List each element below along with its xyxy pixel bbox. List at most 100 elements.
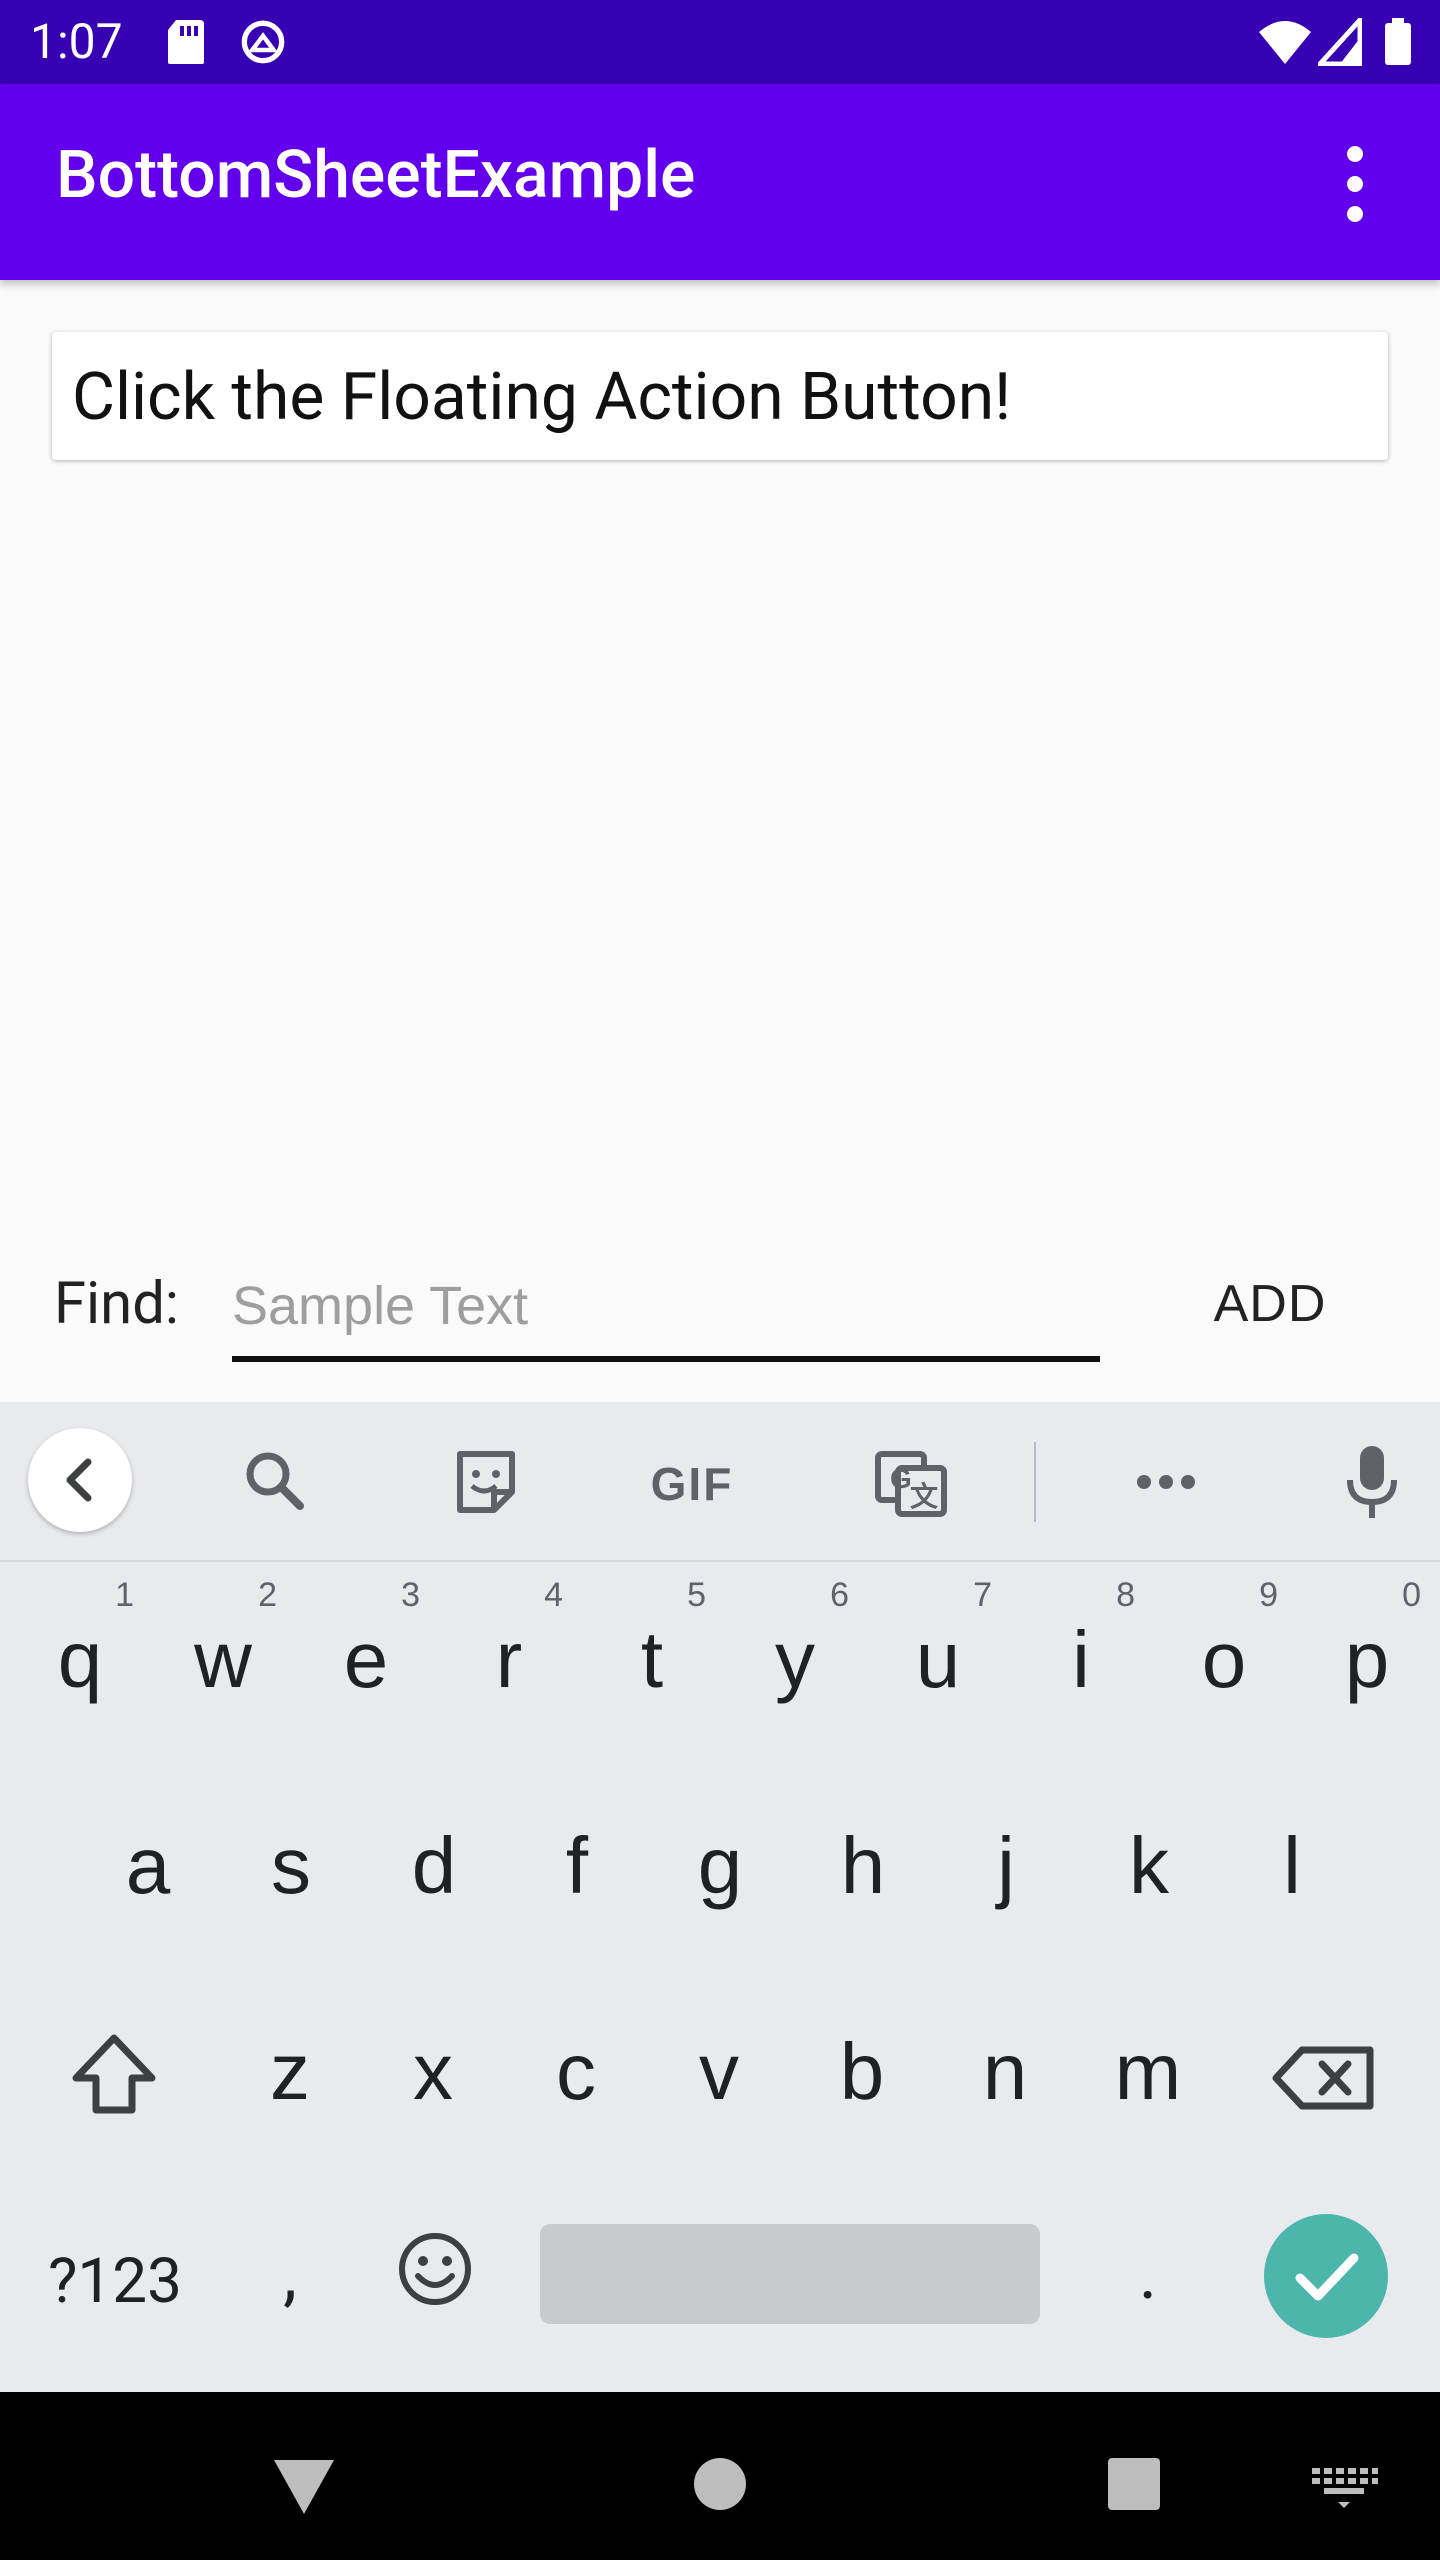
key-label: s [271,1821,311,1910]
back-triangle-icon[interactable] [264,2442,344,2522]
key-j[interactable]: j [934,1780,1078,1960]
find-input[interactable] [232,1256,1100,1362]
key-hint-number: 9 [1259,1576,1278,1614]
key-t[interactable]: t5 [580,1574,724,1754]
key-label: q [57,1615,103,1704]
status-time: 1:07 [30,13,123,70]
key-i[interactable]: i8 [1009,1574,1153,1754]
app-bar: BottomSheetExample [0,84,1440,280]
key-v[interactable]: v [647,1986,791,2166]
key-label: e [343,1615,389,1704]
data-saver-icon [241,20,285,64]
key-o[interactable]: o9 [1152,1574,1296,1754]
key-label: m [1114,2027,1182,2116]
keyboard-toolbar: GIF G 文 [0,1402,1440,1562]
app-title: BottomSheetExample [56,137,696,214]
key-s[interactable]: s [219,1780,363,1960]
key-q[interactable]: q1 [8,1574,152,1754]
key-y[interactable]: y6 [723,1574,867,1754]
home-circle-icon[interactable] [680,2442,760,2522]
key-m[interactable]: m [1076,1986,1220,2166]
key-label: x [413,2027,453,2116]
key-label: f [565,1821,589,1910]
key-label: l [1283,1821,1301,1910]
signal-icon [1318,18,1362,66]
key-u[interactable]: u7 [866,1574,1010,1754]
sticker-icon[interactable] [444,1440,528,1524]
key-label: h [840,1821,886,1910]
key-hint-number: 6 [830,1576,849,1614]
symbols-key[interactable]: ?123 [30,2232,200,2332]
back-icon [66,1458,92,1502]
message-text: Click the Floating Action Button! [72,359,1012,436]
svg-text:文: 文 [910,1480,938,1512]
key-hint-number: 7 [973,1576,992,1614]
sd-card-icon [168,20,204,64]
backspace-icon[interactable] [1266,2018,1386,2138]
key-label: w [194,1615,252,1704]
keyboard-switch-icon[interactable] [1304,2442,1384,2522]
key-label: r [495,1615,523,1704]
key-w[interactable]: w2 [151,1574,295,1754]
key-e[interactable]: e3 [294,1574,438,1754]
comma-key[interactable]: , [250,2220,330,2330]
toolbar-divider [1034,1442,1036,1522]
key-hint-number: 5 [687,1576,706,1614]
key-label: i [1072,1615,1090,1704]
key-f[interactable]: f [505,1780,649,1960]
key-d[interactable]: d [362,1780,506,1960]
key-h[interactable]: h [791,1780,935,1960]
key-label: d [411,1821,457,1910]
gif-icon[interactable]: GIF [646,1454,738,1514]
space-bar[interactable] [540,2224,1040,2324]
key-hint-number: 4 [544,1576,563,1614]
key-label: z [270,2027,310,2116]
key-p[interactable]: p0 [1295,1574,1439,1754]
navigation-bar [0,2392,1440,2560]
key-b[interactable]: b [790,1986,934,2166]
battery-icon [1385,18,1411,65]
key-g[interactable]: g [648,1780,792,1960]
period-key[interactable]: . [1108,2220,1188,2330]
key-label: g [697,1821,743,1910]
check-icon [1295,2253,1359,2301]
recents-square-icon[interactable] [1094,2442,1174,2522]
key-x[interactable]: x [361,1986,505,2166]
key-label: p [1344,1615,1390,1704]
emoji-icon[interactable] [390,2224,480,2314]
svg-text:G: G [890,1463,912,1494]
key-label: a [125,1821,171,1910]
key-hint-number: 8 [1116,1576,1135,1614]
key-label: y [775,1615,815,1704]
key-hint-number: 1 [115,1576,134,1614]
more-horiz-icon[interactable] [1124,1440,1208,1524]
toolbar-back-button[interactable] [28,1428,132,1532]
key-label: k [1129,1821,1169,1910]
key-a[interactable]: a [76,1780,220,1960]
key-r[interactable]: r4 [437,1574,581,1754]
enter-key[interactable] [1264,2214,1388,2338]
key-label: t [640,1615,664,1704]
find-label: Find: [54,1270,179,1338]
key-label: b [839,2027,885,2116]
search-icon[interactable] [234,1440,318,1524]
key-z[interactable]: z [218,1986,362,2166]
translate-icon[interactable]: G 文 [868,1440,952,1524]
key-k[interactable]: k [1077,1780,1221,1960]
message-card: Click the Floating Action Button! [52,332,1388,460]
status-bar: 1:07 [0,0,1440,84]
key-label: u [915,1615,961,1704]
mic-icon[interactable] [1330,1440,1414,1524]
key-label: c [556,2027,596,2116]
add-button[interactable]: ADD [1180,1262,1360,1346]
key-label: n [982,2027,1028,2116]
key-label: o [1201,1615,1247,1704]
key-label: v [699,2027,739,2116]
key-n[interactable]: n [933,1986,1077,2166]
key-label: j [997,1821,1015,1910]
shift-icon[interactable] [54,2018,174,2138]
key-hint-number: 0 [1402,1576,1421,1614]
key-c[interactable]: c [504,1986,648,2166]
more-vert-icon[interactable] [1300,134,1410,234]
key-l[interactable]: l [1220,1780,1364,1960]
